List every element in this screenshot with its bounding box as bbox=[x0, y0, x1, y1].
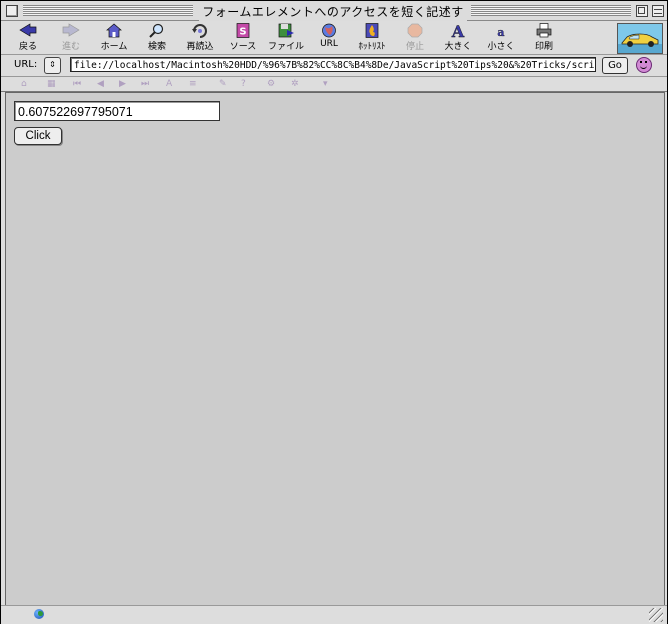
title-stripes-left bbox=[23, 5, 193, 16]
text-smaller-label: 小さく bbox=[487, 42, 515, 52]
source-button[interactable]: S ソース bbox=[221, 23, 265, 53]
file-icon bbox=[277, 23, 295, 38]
page-content: 0.607522697795071 Click bbox=[5, 92, 665, 606]
list-small-icon[interactable]: ≡ bbox=[189, 80, 199, 89]
url-field-label: URL: bbox=[14, 59, 38, 70]
reload-button[interactable]: 再読込 bbox=[178, 23, 222, 53]
gear-small-icon[interactable]: ✲ bbox=[291, 80, 301, 89]
grid-small-icon[interactable]: ▦ bbox=[47, 80, 57, 89]
globe-icon bbox=[34, 609, 44, 619]
stop-label: 停止 bbox=[405, 42, 424, 52]
home-label: ホーム bbox=[100, 42, 128, 52]
hotlist-label: ﾎｯﾄﾘｽﾄ bbox=[358, 42, 386, 52]
file-label: ファイル bbox=[267, 42, 304, 52]
search-label: 検索 bbox=[147, 42, 166, 52]
search-button[interactable]: 検索 bbox=[135, 23, 179, 53]
random-value-field[interactable]: 0.607522697795071 bbox=[14, 101, 220, 121]
url-history-stepper[interactable]: ⇕ bbox=[44, 57, 61, 74]
secondary-toolbar: ⌂ ▦ ⏮ ◀ ▶ ⏭ A ≡ ✎ ? ⚙ ✲ ▾ bbox=[1, 77, 667, 92]
stepper-arrows-icon: ⇕ bbox=[49, 60, 56, 69]
status-bar bbox=[1, 605, 667, 624]
source-label: ソース bbox=[229, 42, 257, 52]
print-icon bbox=[535, 23, 553, 38]
file-button[interactable]: ファイル bbox=[264, 23, 308, 53]
search-icon bbox=[148, 23, 166, 38]
text-smaller-icon: a bbox=[492, 23, 510, 39]
print-button[interactable]: 印刷 bbox=[522, 23, 566, 53]
hotlist-icon bbox=[363, 23, 381, 38]
svg-text:a: a bbox=[497, 26, 504, 38]
reload-icon bbox=[191, 23, 209, 38]
car-logo-icon[interactable] bbox=[617, 23, 663, 54]
dropdown-small-icon[interactable]: ▾ bbox=[323, 80, 333, 89]
forward-arrow-icon bbox=[62, 23, 80, 38]
collapse-box[interactable] bbox=[652, 5, 664, 17]
text-larger-button[interactable]: A 大きく bbox=[436, 22, 480, 53]
help-small-icon[interactable]: ? bbox=[241, 80, 251, 89]
forward-label: 進む bbox=[61, 42, 80, 52]
go-button[interactable]: Go bbox=[602, 57, 628, 74]
last-page-icon[interactable]: ⏭ bbox=[141, 80, 151, 89]
stop-button[interactable]: 停止 bbox=[393, 23, 437, 53]
first-page-icon[interactable]: ⏮ bbox=[73, 80, 83, 89]
url-input[interactable]: file://localhost/Macintosh%20HDD/%96%7B%… bbox=[70, 57, 596, 72]
url-button[interactable]: URL bbox=[307, 23, 351, 53]
close-box[interactable] bbox=[6, 5, 18, 17]
back-button[interactable]: 戻る bbox=[6, 23, 50, 53]
main-toolbar: 戻る 進む ホーム 検索 再読込 S ソース ファイル URL ﾎｯﾄﾘｽﾄ 停… bbox=[1, 21, 667, 55]
home-small-icon[interactable]: ⌂ bbox=[21, 80, 31, 89]
stop-icon bbox=[406, 23, 424, 38]
forward-button[interactable]: 進む bbox=[49, 23, 93, 53]
settings-small-icon[interactable]: ⚙ bbox=[267, 80, 277, 89]
text-smaller-button[interactable]: a 小さく bbox=[479, 23, 523, 53]
click-button[interactable]: Click bbox=[14, 127, 62, 145]
reload-label: 再読込 bbox=[186, 42, 214, 52]
edit-small-icon[interactable]: ✎ bbox=[219, 80, 229, 89]
url-globe-icon bbox=[320, 23, 338, 38]
next-page-icon[interactable]: ▶ bbox=[119, 80, 129, 89]
title-stripes-right bbox=[471, 5, 631, 16]
zoom-box[interactable] bbox=[636, 5, 648, 17]
svg-text:A: A bbox=[451, 23, 465, 38]
back-label: 戻る bbox=[18, 42, 37, 52]
resize-grip[interactable] bbox=[649, 608, 663, 622]
text-larger-icon: A bbox=[449, 22, 467, 41]
hotlist-button[interactable]: ﾎｯﾄﾘｽﾄ bbox=[350, 23, 394, 53]
home-button[interactable]: ホーム bbox=[92, 23, 136, 53]
svg-text:S: S bbox=[239, 27, 246, 38]
smiley-icon[interactable] bbox=[636, 57, 652, 73]
text-larger-label: 大きく bbox=[444, 42, 472, 52]
url-bar: URL: ⇕ file://localhost/Macintosh%20HDD/… bbox=[1, 55, 667, 77]
url-label: URL bbox=[320, 39, 338, 49]
source-icon: S bbox=[234, 23, 252, 38]
font-small-icon[interactable]: A bbox=[166, 80, 176, 89]
title-bar[interactable]: フォームエレメントへのアクセスを短く記述する bbox=[1, 1, 667, 37]
home-icon bbox=[105, 23, 123, 38]
back-arrow-icon bbox=[19, 23, 37, 38]
print-label: 印刷 bbox=[534, 42, 553, 52]
prev-page-icon[interactable]: ◀ bbox=[97, 80, 107, 89]
browser-window: フォームエレメントへのアクセスを短く記述する 戻る 進む ホーム bbox=[0, 0, 668, 624]
